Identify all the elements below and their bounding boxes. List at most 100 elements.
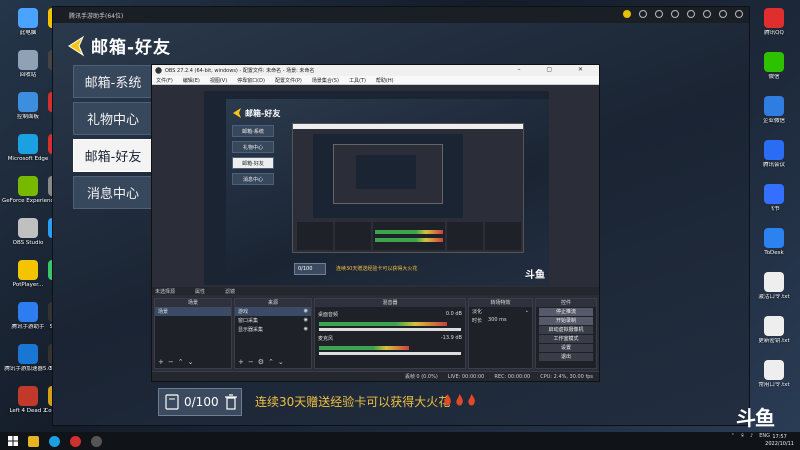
eye-icon[interactable]: ◉ [304,326,308,333]
back-arrow-icon[interactable] [65,35,87,57]
mixer-track-header: 桌面音频 0.0 dB [315,310,465,319]
scene-item[interactable]: 场景 [155,307,231,316]
mixer-track: 桌面音频 0.0 dB [315,310,465,331]
obs-menu-item[interactable]: 场景集合(S) [312,77,339,84]
mixer-track-name: 桌面音频 [318,312,339,318]
obs-menu-item[interactable]: 配置文件(P) [275,77,302,84]
page-title: 邮箱-好友 [91,38,172,58]
no-source-label: 未选择源 [155,288,176,295]
flame-icon [444,394,451,406]
edge-icon[interactable] [49,435,60,447]
tray-chevron-icon[interactable]: ⌃ [731,433,735,439]
network-icon[interactable]: ⌾ [741,433,744,439]
desktop-icon-label: 激活口令.txt [758,294,790,300]
close-icon[interactable] [735,10,743,18]
obs-taskbar-icon[interactable] [91,435,102,447]
transition-duration-value[interactable]: 300 ms [488,317,507,324]
obs-menu-item[interactable]: 文件(F) [156,77,173,84]
status-live: LIVE: 00:00:00 [447,373,485,380]
chat-box[interactable]: 0/100 [158,388,242,416]
obs-menu-item[interactable]: 编辑(E) [183,77,200,84]
volume-slider[interactable] [319,352,461,355]
obs-docks: 场景 场景 +−⌃⌄ 来源 游戏 ◉ 窗口采集 ◉ 显示器采集 ◉ +−⚙⌃⌄ 混音器 桌… [152,296,599,371]
power-icon[interactable] [671,10,679,18]
menu-item[interactable]: 消息中心 [73,176,153,209]
control-button[interactable]: 设置 [539,344,593,352]
desktop-icon-label: 飞书 [768,206,780,212]
transition-type-row[interactable]: 淡化 ⌄ [469,307,532,316]
app-icon [764,140,784,160]
sources-dock-header: 来源 [235,299,311,307]
nested-title: 邮箱-好友 [245,109,281,118]
source-item[interactable]: 显示器采集 ◉ [235,325,311,334]
desktop-icon-label: 腾讯会议 [762,162,785,168]
window-controls[interactable]: – ▢ ✕ [517,66,595,73]
desktop-icon[interactable]: ToDesk [748,226,800,268]
desktop-icon[interactable]: 腾讯QQ [748,6,800,48]
flame-icon [456,394,463,406]
transition-duration-row[interactable]: 时长 300 ms [469,316,532,325]
control-button[interactable]: 退出 [539,353,593,361]
menu-item[interactable]: 邮箱-系统 [73,65,153,98]
control-button[interactable]: 开始录制 [539,317,593,325]
nested-game-window: 邮箱-好友 邮箱-系统 礼物中心 邮箱-好友 消息中心 0/100 连续30天赠… [226,99,549,285]
eye-icon[interactable]: ◉ [304,308,308,315]
source-item[interactable]: 游戏 ◉ [235,307,311,316]
desktop-icon-label: 常用口令.txt [758,382,790,388]
flame-icon [468,394,475,406]
obs-menubar: 文件(F) 编辑(E) 视图(V) 停靠窗口(D) 配置文件(P) 场景集合(S) 工具(T… [152,76,599,85]
desktop-icon[interactable]: 企业微信 [748,94,800,136]
nested-chat-message: 连续30天赠送经验卡可以获得大火花 [336,266,418,272]
user-icon[interactable] [655,10,663,18]
file-explorer-icon[interactable] [28,435,39,447]
source-item[interactable]: 窗口采集 ◉ [235,316,311,325]
obs-menu-item[interactable]: 停靠窗口(D) [237,77,265,84]
desktop-icon[interactable]: 激活口令.txt [748,270,800,312]
taskbar-clock[interactable]: 17:57 2022/10/11 [765,434,794,448]
status-cpu: CPU: 2.4%, 30.00 fps [540,373,593,380]
obs-menu-item[interactable]: 工具(T) [349,77,366,84]
control-button[interactable]: 启动虚拟摄像机 [539,326,593,334]
trash-icon[interactable] [224,394,238,410]
desktop-icon[interactable]: 微信 [748,50,800,92]
minimize-icon[interactable] [703,10,711,18]
control-button[interactable]: 工作室模式 [539,335,593,343]
eye-icon[interactable]: ◉ [304,317,308,324]
filters-button[interactable]: 滤镜 [225,288,235,295]
taskbar: ⌃ ⌾ ♪ ENG 17:57 2022/10/11 [0,432,800,450]
properties-button[interactable]: 属性 [195,288,205,295]
desktop-icon[interactable]: 更新密钥.txt [748,314,800,356]
clock-icon[interactable] [687,10,695,18]
maximize-icon[interactable] [719,10,727,18]
obs-source-bar: 未选择源 属性 滤镜 [152,287,599,295]
mixer-track: 麦克风 -13.9 dB [315,334,465,355]
desktop-icon[interactable]: 腾讯会议 [748,138,800,180]
desktop-icon[interactable]: 飞书 [748,182,800,224]
douyu-logo: 斗鱼 [736,406,775,430]
volume-slider[interactable] [319,328,461,331]
obs-menu-item[interactable]: 帮助(H) [376,77,394,84]
mixer-dock-header: 混音器 [315,299,465,307]
obs-logo-icon [155,67,162,74]
obs-menu-item[interactable]: 视图(V) [210,77,227,84]
nested-obs-preview-inner [333,144,443,204]
scenes-toolbar[interactable]: +−⌃⌄ [158,358,197,366]
obs-preview: 邮箱-好友 邮箱-系统 礼物中心 邮箱-好友 消息中心 0/100 连续30天赠… [204,91,549,285]
menu-item[interactable]: 邮箱-好友 [73,139,153,172]
transition-type[interactable]: 淡化 [472,308,482,315]
chat-message: 连续30天赠送经验卡可以获得大火花 [255,395,451,409]
netease-icon[interactable] [70,435,81,447]
scenes-dock: 场景 场景 +−⌃⌄ [154,298,232,369]
scenes-list: 场景 [155,307,231,316]
nested-obs-window [292,123,524,253]
obs-titlebar: OBS 27.2.4 (64-bit, windows) - 配置文件: 未命名… [152,65,599,76]
menu-item[interactable]: 礼物中心 [73,102,153,135]
lightbulb-icon[interactable] [623,10,631,18]
volume-icon[interactable]: ♪ [750,433,753,439]
sources-toolbar[interactable]: +−⚙⌃⌄ [238,358,288,366]
desktop-icon[interactable]: 常用口令.txt [748,358,800,400]
help-icon[interactable] [639,10,647,18]
windows-start-icon[interactable] [8,436,18,446]
control-button[interactable]: 停止推流 [539,308,593,316]
desktop-icon-label: 腾讯QQ [764,30,784,36]
